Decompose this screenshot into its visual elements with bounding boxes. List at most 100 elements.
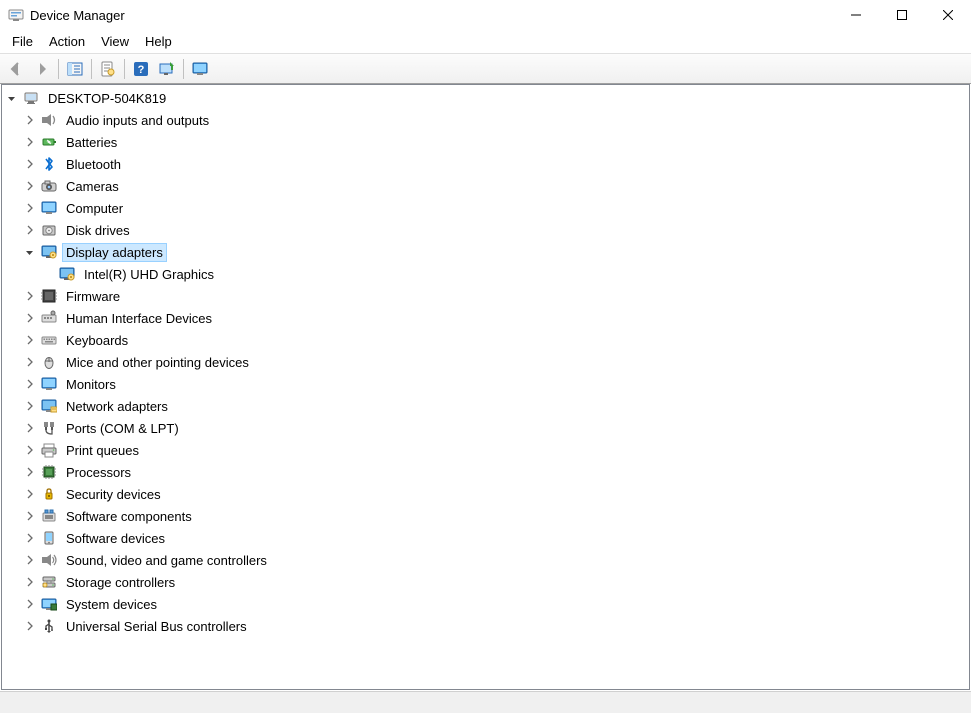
tree-node-label[interactable]: Monitors <box>62 375 120 394</box>
toolbar-separator <box>183 59 184 79</box>
expander-closed-icon[interactable] <box>22 178 38 194</box>
tree-node[interactable]: Bluetooth <box>4 153 967 175</box>
expander-closed-icon[interactable] <box>22 156 38 172</box>
expander-closed-icon[interactable] <box>22 420 38 436</box>
tree-node[interactable]: Keyboards <box>4 329 967 351</box>
minimize-button[interactable] <box>833 0 879 30</box>
toolbar-properties-button[interactable] <box>96 57 120 81</box>
tree-node-label[interactable]: System devices <box>62 595 161 614</box>
expander-closed-icon[interactable] <box>22 398 38 414</box>
expander-closed-icon[interactable] <box>22 332 38 348</box>
tree-node[interactable]: Sound, video and game controllers <box>4 549 967 571</box>
tree-node[interactable]: Cameras <box>4 175 967 197</box>
tree-node-label[interactable]: Processors <box>62 463 135 482</box>
tree-node-label[interactable]: Bluetooth <box>62 155 125 174</box>
tree-node[interactable]: DESKTOP-504K819 <box>4 87 967 109</box>
expander-closed-icon[interactable] <box>22 288 38 304</box>
expander-closed-icon[interactable] <box>22 464 38 480</box>
tree-node[interactable]: Processors <box>4 461 967 483</box>
tree-node[interactable]: Display adapters <box>4 241 967 263</box>
expander-closed-icon[interactable] <box>22 442 38 458</box>
tree-node[interactable]: Batteries <box>4 131 967 153</box>
expander-closed-icon[interactable] <box>22 112 38 128</box>
expander-closed-icon[interactable] <box>22 508 38 524</box>
tree-node-label[interactable]: Computer <box>62 199 127 218</box>
cpu-icon <box>40 463 58 481</box>
expander-closed-icon[interactable] <box>22 486 38 502</box>
tree-node[interactable]: Network adapters <box>4 395 967 417</box>
tree-node[interactable]: Firmware <box>4 285 967 307</box>
menu-view[interactable]: View <box>93 32 137 51</box>
tree-node[interactable]: Universal Serial Bus controllers <box>4 615 967 637</box>
mouse-icon <box>40 353 58 371</box>
toolbar-show-hide-tree-button[interactable] <box>63 57 87 81</box>
tree-node[interactable]: Monitors <box>4 373 967 395</box>
tree-node-label[interactable]: Ports (COM & LPT) <box>62 419 183 438</box>
tree-node-label[interactable]: Network adapters <box>62 397 172 416</box>
expander-closed-icon[interactable] <box>22 552 38 568</box>
tree-node[interactable]: Storage controllers <box>4 571 967 593</box>
tree-node[interactable]: Audio inputs and outputs <box>4 109 967 131</box>
toolbar-back-button[interactable] <box>4 57 28 81</box>
expander-closed-icon[interactable] <box>22 354 38 370</box>
tree-node-label[interactable]: Intel(R) UHD Graphics <box>80 265 218 284</box>
tree-node[interactable]: Security devices <box>4 483 967 505</box>
tree-node[interactable]: Intel(R) UHD Graphics <box>4 263 967 285</box>
disk-icon <box>40 221 58 239</box>
tree-node-label[interactable]: Storage controllers <box>62 573 179 592</box>
toolbar-separator <box>124 59 125 79</box>
expander-closed-icon[interactable] <box>22 200 38 216</box>
tree-node-label[interactable]: Software components <box>62 507 196 526</box>
tree-node-label[interactable]: DESKTOP-504K819 <box>44 89 170 108</box>
expander-open-icon[interactable] <box>4 90 20 106</box>
expander-closed-icon[interactable] <box>22 574 38 590</box>
tree-node[interactable]: Computer <box>4 197 967 219</box>
toolbar-separator <box>58 59 59 79</box>
tree-node-label[interactable]: Universal Serial Bus controllers <box>62 617 251 636</box>
expander-open-icon[interactable] <box>22 244 38 260</box>
expander-closed-icon[interactable] <box>22 596 38 612</box>
expander-closed-icon[interactable] <box>22 310 38 326</box>
toolbar-scan-hardware-button[interactable] <box>155 57 179 81</box>
tree-node-label[interactable]: Cameras <box>62 177 123 196</box>
software-device-icon <box>40 529 58 547</box>
tree-node-label[interactable]: Batteries <box>62 133 121 152</box>
tree-node[interactable]: Human Interface Devices <box>4 307 967 329</box>
expander-closed-icon[interactable] <box>22 222 38 238</box>
tree-node-label[interactable]: Human Interface Devices <box>62 309 216 328</box>
expander-closed-icon[interactable] <box>22 530 38 546</box>
tree-node-label[interactable]: Sound, video and game controllers <box>62 551 271 570</box>
device-tree[interactable]: DESKTOP-504K819 Audio inputs and outputs B… <box>1 84 970 690</box>
tree-node[interactable]: Ports (COM & LPT) <box>4 417 967 439</box>
tree-node-label[interactable]: Audio inputs and outputs <box>62 111 213 130</box>
tree-node-label[interactable]: Print queues <box>62 441 143 460</box>
expander-closed-icon[interactable] <box>22 618 38 634</box>
maximize-button[interactable] <box>879 0 925 30</box>
tree-node[interactable]: Mice and other pointing devices <box>4 351 967 373</box>
bluetooth-icon <box>40 155 58 173</box>
toolbar-help-button[interactable]: ? <box>129 57 153 81</box>
tree-node[interactable]: Software devices <box>4 527 967 549</box>
tree-node-label[interactable]: Security devices <box>62 485 165 504</box>
tree-node-label[interactable]: Display adapters <box>62 243 167 262</box>
menu-action[interactable]: Action <box>41 32 93 51</box>
menu-help[interactable]: Help <box>137 32 180 51</box>
tree-node[interactable]: System devices <box>4 593 967 615</box>
close-button[interactable] <box>925 0 971 30</box>
tree-node-label[interactable]: Disk drives <box>62 221 134 240</box>
tree-node-label[interactable]: Firmware <box>62 287 124 306</box>
tree-node-label[interactable]: Mice and other pointing devices <box>62 353 253 372</box>
menu-file[interactable]: File <box>4 32 41 51</box>
statusbar <box>0 691 971 713</box>
toolbar-monitor-button[interactable] <box>188 57 212 81</box>
tree-node[interactable]: Disk drives <box>4 219 967 241</box>
expander-closed-icon[interactable] <box>22 134 38 150</box>
tree-node[interactable]: Software components <box>4 505 967 527</box>
tree-node-label[interactable]: Software devices <box>62 529 169 548</box>
sound-icon <box>40 551 58 569</box>
tree-node-label[interactable]: Keyboards <box>62 331 132 350</box>
toolbar-forward-button[interactable] <box>30 57 54 81</box>
tree-node[interactable]: Print queues <box>4 439 967 461</box>
software-component-icon <box>40 507 58 525</box>
expander-closed-icon[interactable] <box>22 376 38 392</box>
